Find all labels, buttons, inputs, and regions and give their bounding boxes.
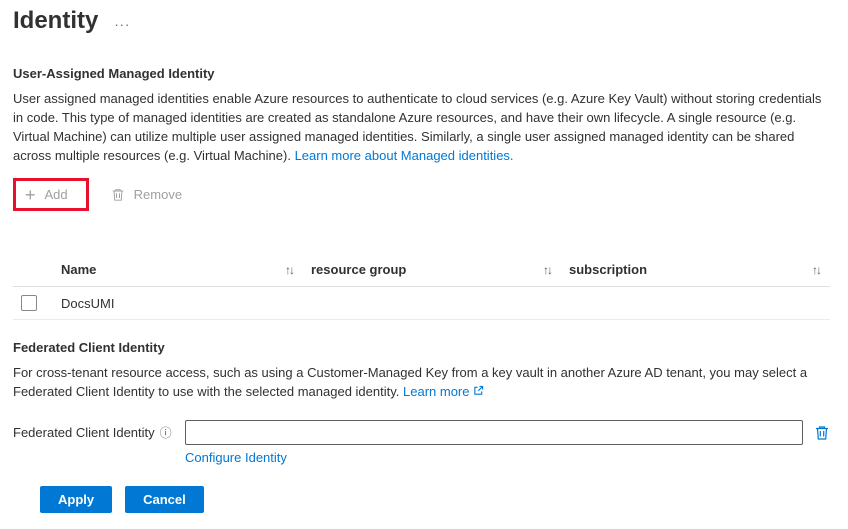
- page-title: Identity: [13, 7, 99, 34]
- title-row: Identity ···: [13, 6, 830, 36]
- cancel-button[interactable]: Cancel: [125, 486, 204, 513]
- footer-actions: Apply Cancel: [40, 486, 830, 513]
- federated-identity-field-row: Federated Client Identity ⓘ: [13, 420, 830, 445]
- fci-section-heading: Federated Client Identity: [13, 340, 165, 355]
- fci-learn-more-link[interactable]: Learn more: [403, 384, 483, 399]
- uami-section-heading: User-Assigned Managed Identity: [13, 66, 215, 81]
- column-header-subscription[interactable]: subscription ↑↓: [561, 253, 830, 287]
- column-header-resource-group-label: resource group: [311, 262, 407, 277]
- table-row[interactable]: DocsUMI: [13, 286, 830, 320]
- federated-identity-label: Federated Client Identity ⓘ: [13, 424, 172, 441]
- configure-identity-link[interactable]: Configure Identity: [185, 450, 287, 465]
- sort-icon: ↑↓: [543, 262, 553, 277]
- identity-blade: Identity ··· User-Assigned Managed Ident…: [0, 0, 848, 513]
- table-cell-subscription: [561, 286, 830, 320]
- table-cell-resource-group: [303, 286, 561, 320]
- sort-icon: ↑↓: [285, 262, 295, 277]
- apply-button[interactable]: Apply: [40, 486, 113, 513]
- info-icon[interactable]: ⓘ: [160, 424, 172, 441]
- table-cell-name: DocsUMI: [53, 286, 303, 320]
- identities-table: Name ↑↓ resource group ↑↓ subscription ↑…: [13, 253, 830, 320]
- add-button[interactable]: + Add: [19, 182, 74, 207]
- add-button-label: Add: [44, 187, 68, 202]
- checkbox-column-header: [13, 253, 53, 287]
- row-checkbox[interactable]: [21, 295, 37, 311]
- table-header-row: Name ↑↓ resource group ↑↓ subscription ↑…: [13, 253, 830, 287]
- column-header-name[interactable]: Name ↑↓: [53, 253, 303, 287]
- trash-icon: [111, 187, 125, 202]
- external-link-icon: [473, 384, 484, 399]
- uami-toolbar: + Add Remove: [13, 178, 830, 211]
- configure-identity-row: Configure Identity: [185, 450, 830, 465]
- column-header-name-label: Name: [61, 262, 97, 277]
- plus-icon: +: [25, 184, 36, 205]
- fci-description: For cross-tenant resource access, such a…: [13, 363, 830, 401]
- remove-button[interactable]: Remove: [105, 182, 188, 207]
- federated-identity-input[interactable]: [185, 420, 803, 445]
- column-header-resource-group[interactable]: resource group ↑↓: [303, 253, 561, 287]
- uami-learn-more-link[interactable]: Learn more about Managed identities.: [295, 148, 514, 163]
- more-menu-icon[interactable]: ···: [114, 17, 130, 36]
- column-header-subscription-label: subscription: [569, 262, 648, 277]
- sort-icon: ↑↓: [812, 262, 822, 277]
- delete-identity-icon[interactable]: [814, 424, 830, 441]
- uami-description: User assigned managed identities enable …: [13, 89, 830, 165]
- remove-button-label: Remove: [133, 187, 183, 202]
- table-cell-checkbox: [13, 286, 53, 320]
- annotation-highlight: + Add: [13, 178, 89, 211]
